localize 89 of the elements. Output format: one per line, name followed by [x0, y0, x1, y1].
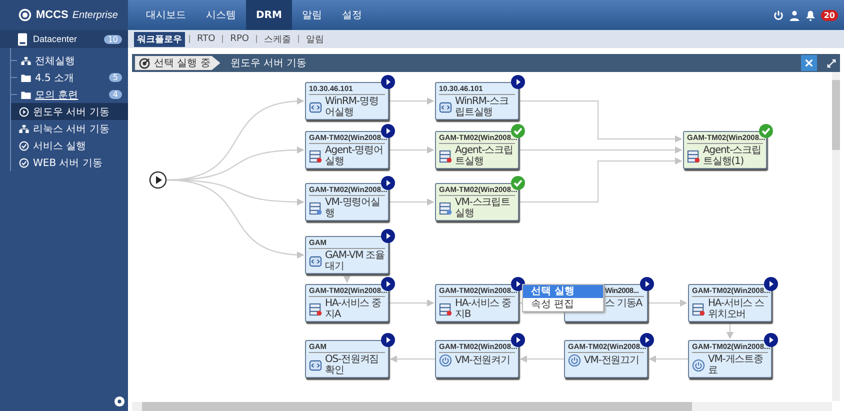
play-circle-icon [19, 106, 29, 116]
server-icon [309, 202, 322, 214]
node-label: OS-전원켜짐확인 [325, 354, 380, 376]
power-icon[interactable] [772, 10, 784, 20]
check-circle-icon [19, 158, 29, 168]
node-label: VM-전원끄기 [584, 355, 639, 366]
play-badge-icon[interactable] [511, 75, 525, 89]
play-badge-icon[interactable] [381, 229, 395, 243]
node-label: VM-게스트종료 [708, 354, 764, 376]
nav-tab[interactable]: DRM [246, 0, 292, 30]
close-icon [805, 59, 813, 67]
connector-line [343, 274, 351, 284]
menu-item[interactable]: 선택 실행 [523, 285, 603, 298]
close-button[interactable] [801, 55, 817, 71]
status-label: 선택 실행 중 [154, 57, 210, 70]
logo-icon [18, 8, 32, 22]
tree-item[interactable]: WEB 서버 기동 [11, 154, 128, 171]
node-label: Agent-스크립트실행 [455, 145, 514, 167]
workflow-title: 윈도우 서버 기동 [230, 57, 307, 70]
connector-line [389, 146, 434, 154]
sub-tab[interactable]: 알림 [302, 32, 327, 46]
logo-subtitle: Enterprise [72, 10, 118, 20]
node-label: HA-서비스 중지A [325, 298, 382, 320]
node-label: Agent-명령어실행 [325, 145, 384, 167]
node-label: HA-서비스 스위치오버 [708, 298, 766, 320]
script-icon [439, 100, 452, 114]
power-icon [439, 354, 452, 367]
expand-icon[interactable] [827, 58, 836, 68]
sub-tab[interactable]: 워크플로우 [134, 32, 185, 46]
sub-tab[interactable]: RPO [227, 33, 252, 45]
server-icon [692, 302, 705, 316]
tree-item[interactable]: 윈도우 서버 기동 [11, 103, 128, 120]
server-icon [18, 32, 27, 46]
script-icon [309, 254, 322, 268]
node-label: HA-서비스 중지B [455, 298, 512, 320]
connector-line [389, 299, 434, 307]
node-label: VM-명령어실행 [325, 197, 381, 219]
server-icon [439, 150, 452, 162]
settings-icon[interactable] [114, 396, 125, 407]
play-badge-icon[interactable] [381, 75, 395, 89]
connector-line [390, 355, 435, 363]
hierarchy-icon [21, 56, 31, 64]
tree-root-label[interactable]: Datacenter [33, 34, 78, 44]
node-label: WinRM-스크립트실행 [455, 96, 510, 118]
server-icon [687, 150, 700, 162]
tree-item[interactable]: 서비스 실행 [11, 137, 128, 154]
check-circle-icon [19, 140, 29, 150]
tree-item[interactable]: 4.5 소개 5 [11, 69, 128, 86]
bell-icon[interactable] [804, 10, 816, 20]
node-label: 스 기동A [605, 298, 642, 309]
sub-tab[interactable]: 스케줄 [260, 32, 294, 46]
connector-line [726, 322, 734, 340]
user-icon[interactable] [788, 10, 800, 20]
vertical-scrollbar[interactable] [832, 72, 840, 401]
nav-tab[interactable]: 설정 [332, 0, 372, 30]
server-icon [309, 150, 322, 162]
connector-line [520, 355, 564, 363]
tree-item[interactable]: 모의 훈련 4 [11, 86, 128, 103]
target-icon [139, 58, 150, 68]
logo-text: MCCS [36, 9, 68, 21]
node-label: WinRM-명령어실행 [325, 96, 380, 118]
play-badge-icon[interactable] [640, 277, 654, 291]
tree-item[interactable]: 리눅스 서버 기동 [11, 120, 128, 137]
connector-line [389, 198, 434, 206]
power-icon [568, 354, 581, 367]
node-label: VM-전원켜기 [455, 355, 510, 366]
server-icon [439, 202, 452, 214]
nav-tab[interactable]: 알림 [292, 0, 332, 30]
tree-item[interactable]: 전체실행 [11, 52, 128, 69]
power-icon [692, 358, 705, 372]
server-icon [439, 302, 452, 316]
nav-tab[interactable]: 시스템 [196, 0, 246, 30]
script-icon [309, 100, 322, 114]
nav-tab[interactable]: 대시보드 [136, 0, 196, 30]
script-icon [309, 358, 322, 372]
count-badge: 10 [104, 34, 122, 44]
horizontal-scrollbar[interactable] [132, 402, 832, 411]
node-label: GAM-VM 조율대기 [325, 250, 385, 272]
sub-tab[interactable]: RTO [194, 33, 218, 45]
server-icon [309, 302, 322, 316]
hierarchy-icon [19, 124, 29, 132]
connector-line [648, 299, 688, 307]
node-label: VM-스크립트실행 [455, 197, 511, 219]
play-badge-icon[interactable] [381, 333, 395, 347]
connector-line [389, 97, 434, 105]
notification-badge: 20 [820, 10, 838, 20]
connector-line [648, 355, 688, 363]
start-node[interactable] [149, 171, 167, 189]
node-label: Agent-스크립트실행(1) [703, 145, 762, 167]
